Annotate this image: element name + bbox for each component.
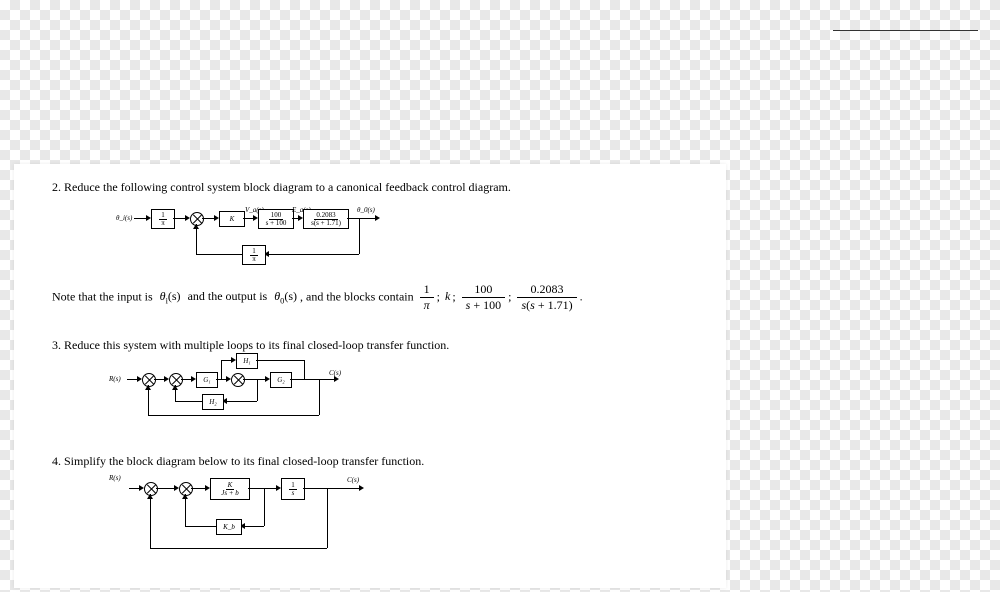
- q2-frac2: 100 s + 100: [462, 282, 505, 313]
- q2-k: k: [445, 289, 450, 303]
- wire: [216, 379, 226, 380]
- wire: [248, 488, 276, 489]
- frac-den: π: [159, 220, 167, 227]
- wire: [227, 401, 257, 402]
- frac-den: s: [290, 490, 297, 497]
- wire: [129, 488, 139, 489]
- wire: [256, 360, 304, 361]
- wire: [221, 360, 222, 379]
- wire: [257, 379, 258, 401]
- q3-h1: H₁: [236, 353, 258, 369]
- wire: [196, 254, 242, 255]
- q2-note-pre: Note that the input is: [52, 289, 153, 303]
- q3-number: 3.: [52, 338, 61, 352]
- q4-number: 4.: [52, 454, 61, 468]
- sum-icon: [231, 373, 245, 387]
- frac-den: s + 100: [264, 220, 289, 227]
- q2-frac3: 0.2083 s(s + 1.71): [517, 282, 576, 313]
- arrow-icon: [145, 385, 151, 390]
- q4-r: R(s): [109, 474, 121, 482]
- q2-block-fb: 1π: [242, 245, 266, 265]
- frac-den: π: [250, 256, 258, 263]
- q2-text: Reduce the following control system bloc…: [64, 180, 511, 194]
- q4-c: C(s): [347, 476, 359, 484]
- q2-block-k: K: [219, 211, 245, 227]
- wire: [156, 488, 174, 489]
- q4-diagram: R(s) KJs + b 1s C(s) K_b: [109, 466, 429, 561]
- wire: [303, 488, 359, 489]
- q2-out-label: θ_0(s): [357, 206, 375, 214]
- wire: [347, 218, 375, 219]
- q2-frac-pi: 1 π: [420, 282, 434, 313]
- wire: [173, 218, 185, 219]
- q3-text: Reduce this system with multiple loops t…: [64, 338, 449, 352]
- arrow-icon: [193, 224, 199, 229]
- q2-note: Note that the input is θi(s) and the out…: [52, 282, 583, 313]
- arrow-icon: [172, 385, 178, 390]
- q4-block-1: KJs + b: [210, 478, 250, 500]
- q3-g2: G₂: [270, 372, 292, 388]
- frac-den: Js + b: [219, 490, 241, 497]
- page-rule: [833, 30, 978, 31]
- q3-r: R(s): [109, 375, 121, 383]
- wire: [175, 401, 202, 402]
- q2-prompt: 2. Reduce the following control system b…: [52, 180, 511, 195]
- wire: [191, 488, 205, 489]
- q2-block-2: 100s + 100: [258, 209, 294, 229]
- wire: [269, 254, 359, 255]
- wire: [181, 379, 191, 380]
- q2-diagram: θ_i(s) 1π K V_a(s) 100s + 100 E_a(s) 0.2…: [114, 204, 414, 264]
- q2-block-3: 0.2083s(s + 1.71): [303, 209, 349, 229]
- wire: [185, 526, 216, 527]
- q2-block-pi: 1π: [151, 209, 175, 229]
- arrow-icon: [182, 494, 188, 499]
- problem-sheet: 2. Reduce the following control system b…: [14, 164, 726, 588]
- q4-block-2: 1s: [281, 478, 305, 500]
- q2-input: θi(s): [160, 289, 184, 303]
- wire: [327, 488, 328, 548]
- q2-note-post: , and the blocks contain: [300, 289, 414, 303]
- q2-note-mid: and the output is: [188, 289, 268, 303]
- wire: [148, 415, 319, 416]
- q3-c: C(s): [329, 369, 341, 377]
- wire: [264, 488, 265, 526]
- arrow-icon: [359, 485, 364, 491]
- wire: [150, 548, 327, 549]
- wire: [243, 218, 253, 219]
- arrow-icon: [147, 494, 153, 499]
- wire: [134, 218, 146, 219]
- wire: [221, 360, 231, 361]
- q3-prompt: 3. Reduce this system with multiple loop…: [52, 338, 449, 353]
- q3-g1: G₁: [196, 372, 218, 388]
- wire: [243, 379, 265, 380]
- q2-number: 2.: [52, 180, 61, 194]
- wire: [304, 360, 305, 379]
- wire: [290, 379, 334, 380]
- q2-in-label: θ_i(s): [116, 214, 132, 222]
- q3-h2: H₂: [202, 394, 224, 410]
- wire: [359, 218, 360, 254]
- q3-diagram: R(s) G₁ G₂ C(s) H₁ H₂: [109, 353, 369, 423]
- q4-block-kb: K_b: [216, 519, 242, 535]
- q2-output: θ0(s): [274, 289, 300, 303]
- wire: [150, 494, 151, 548]
- arrow-icon: [375, 215, 380, 221]
- wire: [127, 379, 137, 380]
- wire: [245, 526, 264, 527]
- wire: [202, 218, 214, 219]
- frac-den: s(s + 1.71): [309, 220, 343, 227]
- wire: [319, 379, 320, 415]
- wire: [154, 379, 164, 380]
